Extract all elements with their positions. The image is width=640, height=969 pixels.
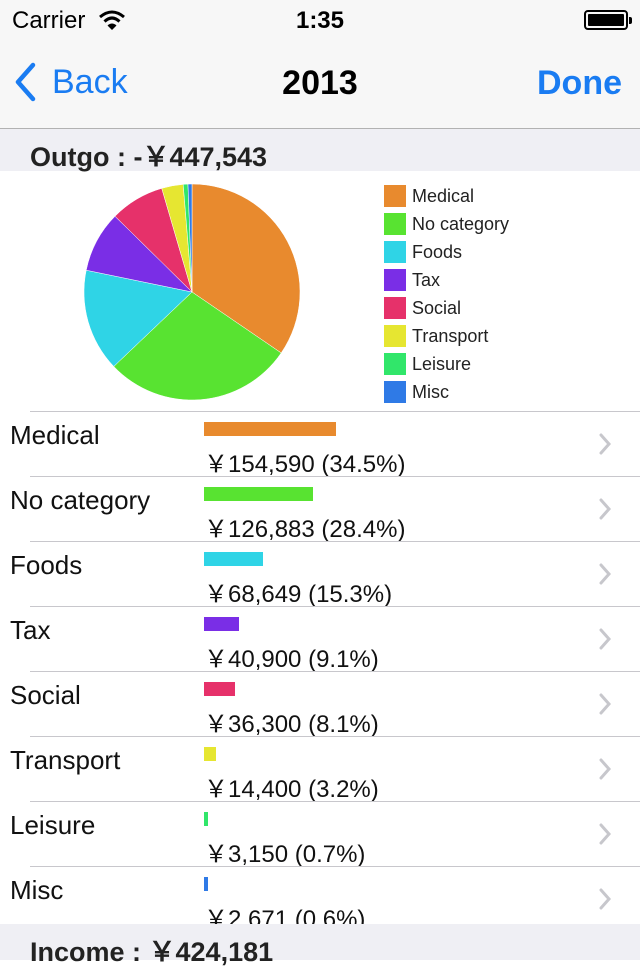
category-amount: ￥14,400 (3.2%) [204, 776, 379, 803]
category-row[interactable]: Medical ￥154,590 (34.5%) [10, 411, 640, 478]
category-row[interactable]: Transport ￥14,400 (3.2%) [10, 736, 640, 803]
outgo-header: Outgo : -￥447,543 [0, 129, 640, 172]
legend-item: Leisure [384, 350, 509, 378]
category-row[interactable]: Misc ￥2,671 (0.6%) [10, 866, 640, 933]
category-name: No category [10, 485, 151, 515]
legend-label: Social [412, 297, 462, 318]
legend-swatch [384, 381, 406, 403]
category-row[interactable]: Tax ￥40,900 (9.1%) [10, 606, 640, 673]
category-list: Medical ￥154,590 (34.5%) No category ￥126,8… [0, 411, 640, 933]
pie-chart-area: Medical No category Foods Tax Social Transpor… [0, 172, 640, 412]
category-share-bar [204, 422, 336, 436]
chevron-right-icon [599, 433, 612, 455]
legend-item: Social [384, 294, 509, 322]
legend-item: Foods [384, 238, 509, 266]
battery-icon [584, 10, 632, 30]
category-amount: ￥3,150 (0.7%) [204, 841, 366, 868]
legend-swatch [384, 269, 406, 291]
legend-swatch [384, 353, 406, 375]
chevron-right-icon [599, 693, 612, 715]
category-amount: ￥36,300 (8.1%) [204, 711, 379, 738]
legend-item: Medical [384, 182, 509, 210]
category-name: Misc [10, 875, 64, 905]
legend-swatch [384, 213, 406, 235]
chevron-right-icon [599, 888, 612, 910]
status-bar: Carrier 1:35 [0, 0, 640, 40]
category-name: Foods [10, 550, 83, 580]
clock: 1:35 [295, 7, 345, 34]
legend-swatch [384, 241, 406, 263]
category-share-bar [204, 682, 235, 696]
legend-label: Foods [412, 241, 463, 262]
pie-chart [83, 183, 301, 401]
category-row[interactable]: Leisure ￥3,150 (0.7%) [10, 801, 640, 868]
category-amount: ￥68,649 (15.3%) [204, 581, 393, 608]
category-share-bar [204, 877, 208, 891]
chart-legend: Medical No category Foods Tax Social Transpor… [384, 182, 509, 406]
legend-swatch [384, 185, 406, 207]
done-button[interactable]: Done [537, 64, 622, 103]
legend-label: No category [412, 213, 510, 234]
category-amount: ￥154,590 (34.5%) [204, 451, 406, 478]
legend-item: Transport [384, 322, 509, 350]
chevron-right-icon [599, 498, 612, 520]
income-total: Income : ￥424,181 [30, 937, 274, 967]
income-header: Income : ￥424,181 [0, 924, 640, 967]
legend-label: Transport [412, 325, 489, 346]
legend-item: No category [384, 210, 509, 238]
category-name: Transport [10, 745, 121, 775]
category-amount: ￥40,900 (9.1%) [204, 646, 379, 673]
category-name: Leisure [10, 810, 96, 840]
legend-label: Misc [412, 381, 449, 402]
legend-swatch [384, 325, 406, 347]
category-share-bar [204, 487, 313, 501]
legend-label: Tax [412, 269, 441, 290]
legend-label: Leisure [412, 353, 472, 374]
legend-label: Medical [412, 185, 475, 206]
chevron-right-icon [599, 758, 612, 780]
outgo-total: Outgo : -￥447,543 [30, 142, 268, 172]
category-name: Social [10, 680, 81, 710]
navigation-bar: Back 2013 Done [0, 40, 640, 129]
category-share-bar [204, 812, 208, 826]
category-name: Tax [10, 615, 51, 645]
legend-swatch [384, 297, 406, 319]
legend-item: Misc [384, 378, 509, 406]
category-row[interactable]: Social ￥36,300 (8.1%) [10, 671, 640, 738]
category-row[interactable]: No category ￥126,883 (28.4%) [10, 476, 640, 543]
category-share-bar [204, 747, 216, 761]
category-row[interactable]: Foods ￥68,649 (15.3%) [10, 541, 640, 608]
category-name: Medical [10, 420, 100, 450]
legend-item: Tax [384, 266, 509, 294]
category-share-bar [204, 617, 239, 631]
chevron-right-icon [599, 823, 612, 845]
category-amount: ￥126,883 (28.4%) [204, 516, 406, 543]
chevron-right-icon [599, 628, 612, 650]
chevron-right-icon [599, 563, 612, 585]
category-share-bar [204, 552, 263, 566]
